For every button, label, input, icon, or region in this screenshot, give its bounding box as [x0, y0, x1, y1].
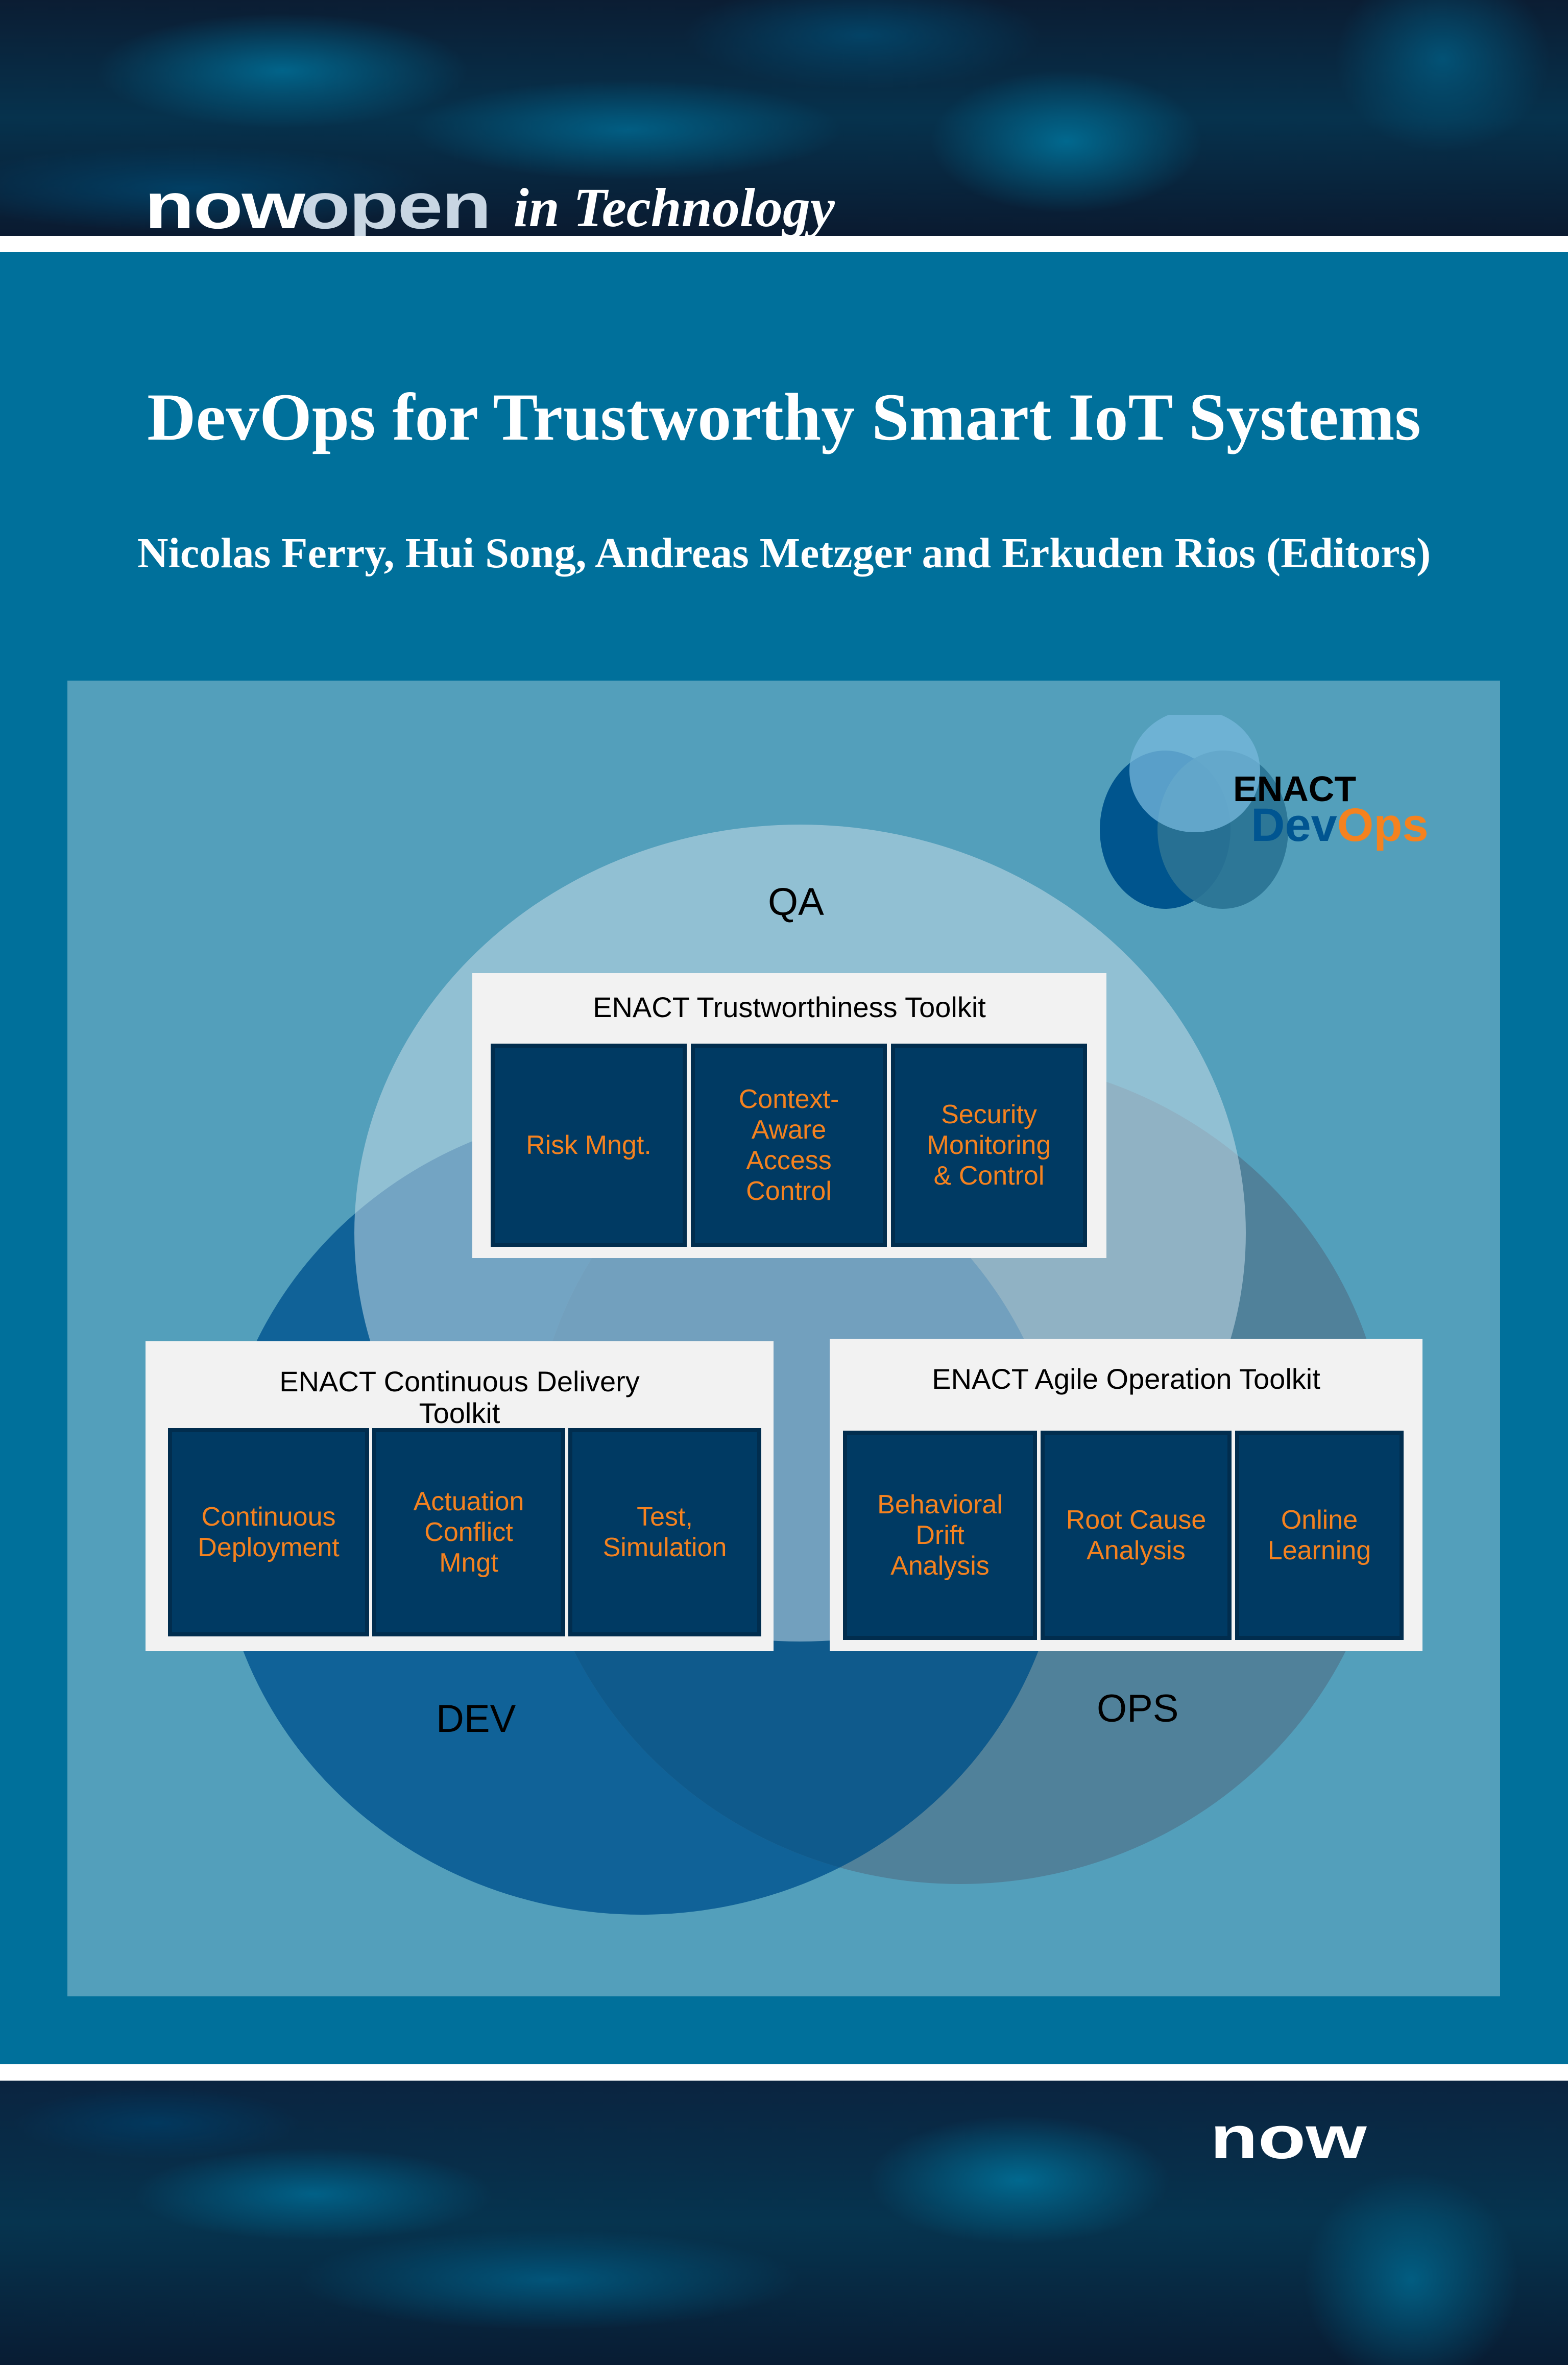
tile-actuation-conflict-management: Actuation Conflict Mngt: [372, 1428, 565, 1636]
tile-online-learning: Online Learning: [1235, 1431, 1404, 1640]
toolkit-trustworthiness: ENACT Trustworthiness Toolkit Risk Mngt.…: [472, 973, 1106, 1258]
bottom-divider-stripe: [0, 2064, 1568, 2081]
book-authors: Nicolas Ferry, Hui Song, Andreas Metzger…: [137, 529, 1431, 577]
publisher-logo: now: [1210, 2104, 1367, 2171]
tile-context-aware-access-control: Context- Aware Access Control: [691, 1044, 887, 1247]
toolkit-agile-operation: ENACT Agile Operation Toolkit Behavioral…: [830, 1339, 1422, 1651]
tile-continuous-deployment: Continuous Deployment: [168, 1428, 369, 1636]
tile-behavioral-drift-analysis: Behavioral Drift Analysis: [843, 1431, 1037, 1640]
tile-root-cause-analysis: Root Cause Analysis: [1041, 1431, 1232, 1640]
toolkit-continuous-delivery: ENACT Continuous Delivery Toolkit Contin…: [146, 1341, 774, 1651]
region-label-dev: DEV: [436, 1697, 516, 1741]
logo-devops-text: DevOps: [1251, 802, 1429, 849]
series-subtitle: in Technology: [513, 178, 835, 238]
series-brand-now: now: [144, 170, 305, 243]
series-logo: now open in Technology: [144, 162, 835, 239]
logo-dev-text: Dev: [1251, 799, 1337, 851]
region-label-qa: QA: [768, 880, 824, 924]
toolkit-title: ENACT Agile Operation Toolkit: [932, 1363, 1320, 1395]
enact-devops-logo: ENACT DevOps: [1098, 715, 1455, 919]
top-divider-stripe: [0, 236, 1568, 252]
toolkit-title: ENACT Trustworthiness Toolkit: [593, 991, 986, 1023]
toolkit-title: ENACT Continuous Delivery Toolkit: [279, 1365, 640, 1429]
logo-ops-text: Ops: [1337, 799, 1429, 851]
book-title: DevOps for Trustworthy Smart IoT Systems: [147, 379, 1421, 454]
series-brand-open: open: [300, 170, 492, 243]
region-label-ops: OPS: [1097, 1687, 1179, 1730]
tile-test-simulation: Test, Simulation: [568, 1428, 761, 1636]
tile-risk-management: Risk Mngt.: [491, 1044, 687, 1247]
tile-security-monitoring-control: Security Monitoring & Control: [891, 1044, 1087, 1247]
